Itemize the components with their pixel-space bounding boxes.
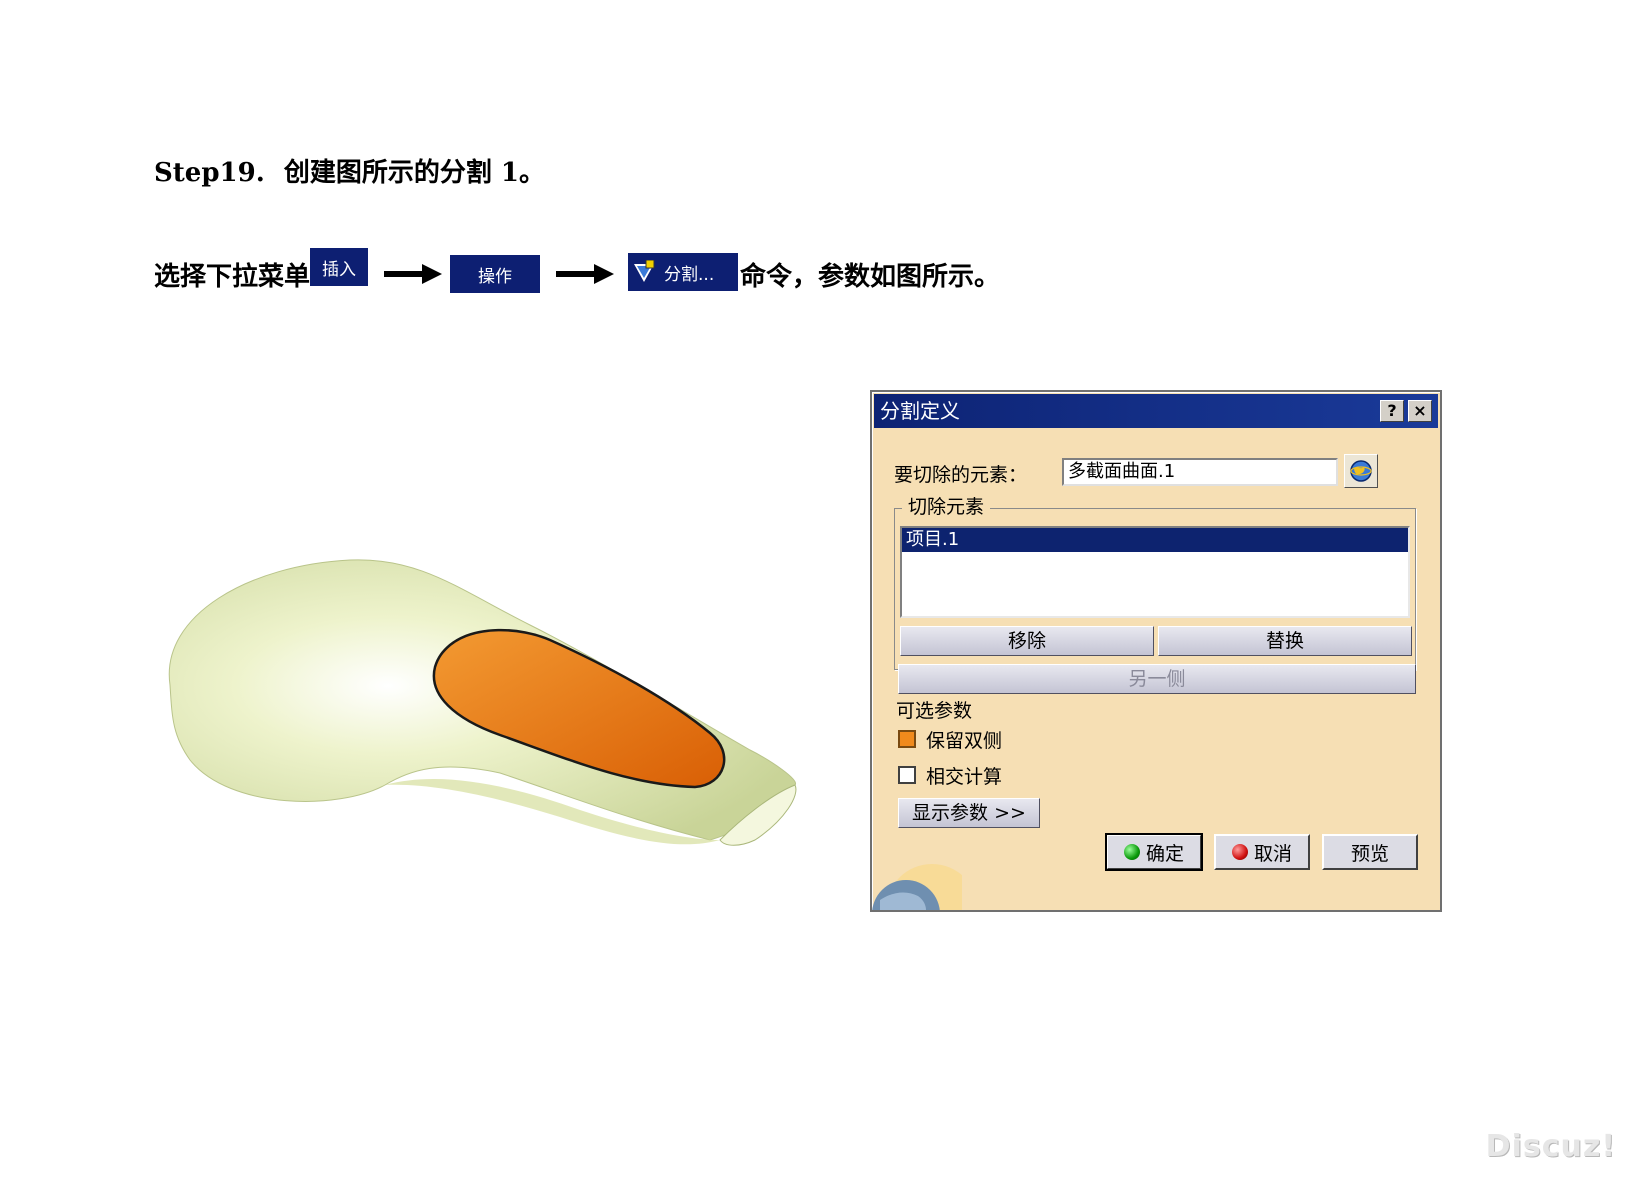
- instruction-prefix: 选择下拉菜单: [154, 261, 311, 292]
- close-button[interactable]: ×: [1408, 400, 1432, 422]
- menu-split: 分割...: [628, 253, 739, 291]
- intersections-checkbox[interactable]: [898, 766, 916, 784]
- replace-button[interactable]: 替换: [1158, 626, 1412, 656]
- cancel-button[interactable]: 取消: [1214, 834, 1310, 870]
- other-side-button[interactable]: 另一侧: [898, 664, 1416, 694]
- menu-operation: 操作: [450, 255, 541, 293]
- list-item[interactable]: 项目.1: [902, 528, 1408, 552]
- show-parameters-button[interactable]: 显示参数 >>: [898, 798, 1040, 828]
- keep-both-sides-checkbox[interactable]: [898, 730, 916, 748]
- split-surface-model: [168, 559, 797, 846]
- optional-params-label: 可选参数: [896, 700, 973, 722]
- selection-button[interactable]: [1344, 454, 1378, 488]
- discuz-watermark: Discuz!: [1485, 1129, 1616, 1164]
- menu-split-label: 分割...: [664, 264, 715, 285]
- ok-icon: [1123, 844, 1140, 860]
- step-heading: Step19. 创建图所示的分割 1。: [154, 152, 545, 189]
- dialog-titlebar[interactable]: 分割定义 ? ×: [874, 394, 1438, 428]
- catia-globe-icon: [872, 864, 962, 910]
- ok-button-label: 确定: [1145, 842, 1184, 865]
- preview-button[interactable]: 预览: [1322, 834, 1418, 870]
- element-to-cut-field[interactable]: 多截面曲面.1: [1062, 458, 1338, 486]
- selection-globe-icon: [1350, 460, 1372, 482]
- split-definition-dialog: 分割定义 ? × 要切除的元素： 多截面曲面.1 切除元素 项目.1 移除 替换…: [870, 390, 1442, 912]
- cancel-button-label: 取消: [1253, 842, 1292, 865]
- dialog-title: 分割定义: [880, 399, 960, 423]
- instruction-line: 选择下拉菜单 插入 操作 分割... 命令，参数如图所示。: [154, 248, 1001, 296]
- step-title: 创建图所示的分割 1。: [283, 158, 545, 188]
- cutting-elements-label: 切除元素: [902, 492, 991, 519]
- cutting-elements-list[interactable]: 项目.1: [900, 526, 1410, 618]
- arrow-right-icon: [384, 264, 443, 284]
- step-number: Step19.: [154, 158, 265, 188]
- element-to-cut-label: 要切除的元素：: [894, 464, 1028, 486]
- instruction-suffix: 命令，参数如图所示。: [740, 261, 1001, 292]
- remove-button[interactable]: 移除: [900, 626, 1154, 656]
- menu-insert: 插入: [310, 248, 369, 286]
- keep-both-sides-label: 保留双侧: [926, 730, 1003, 752]
- arrow-right-icon: [556, 264, 615, 284]
- ok-button[interactable]: 确定: [1105, 833, 1203, 871]
- intersections-label: 相交计算: [926, 766, 1003, 788]
- help-button[interactable]: ?: [1380, 400, 1404, 422]
- split-icon: [634, 260, 655, 282]
- cancel-icon: [1231, 844, 1248, 860]
